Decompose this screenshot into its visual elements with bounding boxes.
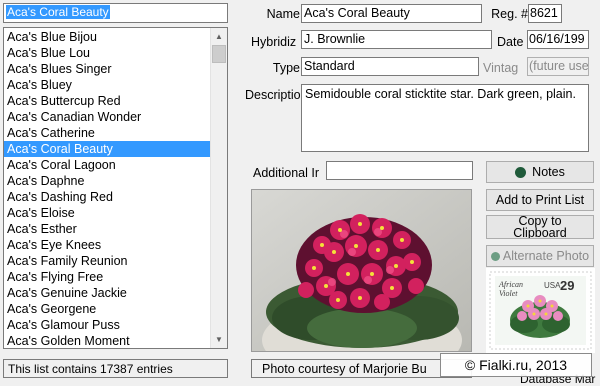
- scroll-thumb[interactable]: [212, 45, 226, 63]
- copyright-watermark: © Fialki.ru, 2013: [440, 353, 592, 377]
- name-label: Name: [266, 7, 300, 21]
- list-item[interactable]: Aca's Daphne: [4, 173, 211, 189]
- stamp-word1: African: [498, 280, 523, 289]
- list-item[interactable]: Aca's Bluey: [4, 77, 211, 93]
- search-input-text: Aca's Coral Beauty: [6, 5, 110, 19]
- type-field[interactable]: Standard: [301, 57, 479, 76]
- list-item[interactable]: Aca's Blues Singer: [4, 61, 211, 77]
- list-item[interactable]: Aca's Golden Moment: [4, 333, 211, 348]
- vintage-field[interactable]: (future use: [527, 57, 589, 76]
- list-scrollbar[interactable]: ▲ ▼: [210, 28, 227, 348]
- list-item[interactable]: Aca's Canadian Wonder: [4, 109, 211, 125]
- variety-list-items: Aca's Blue Bijou Aca's Blue Lou Aca's Blue…: [4, 29, 211, 348]
- list-item[interactable]: Aca's Blue Lou: [4, 45, 211, 61]
- list-item[interactable]: Aca's Flying Free: [4, 269, 211, 285]
- list-item[interactable]: Aca's Eloise: [4, 205, 211, 221]
- list-item[interactable]: Aca's Blue Bijou: [4, 29, 211, 45]
- add-to-print-list-button[interactable]: Add to Print List: [486, 189, 594, 211]
- alternate-photo-button-label: Alternate Photo: [502, 249, 590, 263]
- description-label: Descriptio: [245, 88, 300, 102]
- list-item[interactable]: Aca's Glamour Puss: [4, 317, 211, 333]
- date-field[interactable]: 06/16/199: [527, 30, 589, 49]
- list-item[interactable]: Aca's Catherine: [4, 125, 211, 141]
- reg-number-label: Reg. #: [491, 7, 528, 21]
- variety-list[interactable]: Aca's Blue Bijou Aca's Blue Lou Aca's Blue…: [3, 27, 228, 349]
- list-item[interactable]: Aca's Buttercup Red: [4, 93, 211, 109]
- type-label: Type: [272, 61, 300, 75]
- search-input[interactable]: Aca's Coral Beauty: [3, 3, 228, 23]
- list-item[interactable]: Aca's Esther: [4, 221, 211, 237]
- stamp-value: 29: [560, 278, 574, 293]
- date-label: Date: [497, 35, 524, 49]
- hybridizer-field[interactable]: J. Brownlie: [301, 30, 492, 49]
- notes-button[interactable]: Notes: [486, 161, 594, 183]
- additional-info-label: Additional Ir: [253, 166, 320, 180]
- african-violet-stamp: African Violet USA 29: [486, 268, 595, 353]
- photo-courtesy-caption: Photo courtesy of Marjorie Bu: [251, 359, 472, 378]
- alternate-photo-button[interactable]: Alternate Photo: [486, 245, 594, 267]
- african-violet-image: [252, 190, 471, 351]
- list-item[interactable]: Aca's Georgene: [4, 301, 211, 317]
- description-field[interactable]: Semidouble coral sticktite star. Dark gr…: [301, 84, 589, 152]
- copy-to-clipboard-button[interactable]: Copy to Clipboard: [486, 215, 594, 239]
- notes-button-label: Notes: [532, 165, 565, 179]
- list-item[interactable]: Aca's Coral Lagoon: [4, 157, 211, 173]
- alternate-photo-indicator-icon: [490, 252, 500, 262]
- reg-number-field[interactable]: 8621: [528, 4, 562, 23]
- hybridizer-label: Hybridiz: [251, 35, 297, 49]
- list-item[interactable]: Aca's Eye Knees: [4, 237, 211, 253]
- list-item[interactable]: Aca's Genuine Jackie: [4, 285, 211, 301]
- plant-photo: [251, 189, 472, 352]
- stamp-image: African Violet USA 29: [486, 268, 595, 353]
- copy-button-line2: Clipboard: [513, 226, 567, 239]
- list-item[interactable]: Aca's Dashing Red: [4, 189, 211, 205]
- list-item[interactable]: Aca's Coral Beauty: [4, 141, 211, 157]
- vintage-label: Vintag: [483, 61, 519, 75]
- name-field[interactable]: Aca's Coral Beauty: [301, 4, 482, 23]
- scroll-down-arrow-icon[interactable]: ▼: [211, 331, 227, 348]
- stamp-word2: Violet: [499, 289, 518, 298]
- stamp-country: USA: [544, 281, 561, 290]
- additional-info-field[interactable]: [326, 161, 473, 180]
- scroll-up-arrow-icon[interactable]: ▲: [211, 28, 227, 45]
- list-item[interactable]: Aca's Family Reunion: [4, 253, 211, 269]
- list-count-status: This list contains 17387 entries: [3, 359, 228, 378]
- notes-indicator-icon: [515, 167, 527, 179]
